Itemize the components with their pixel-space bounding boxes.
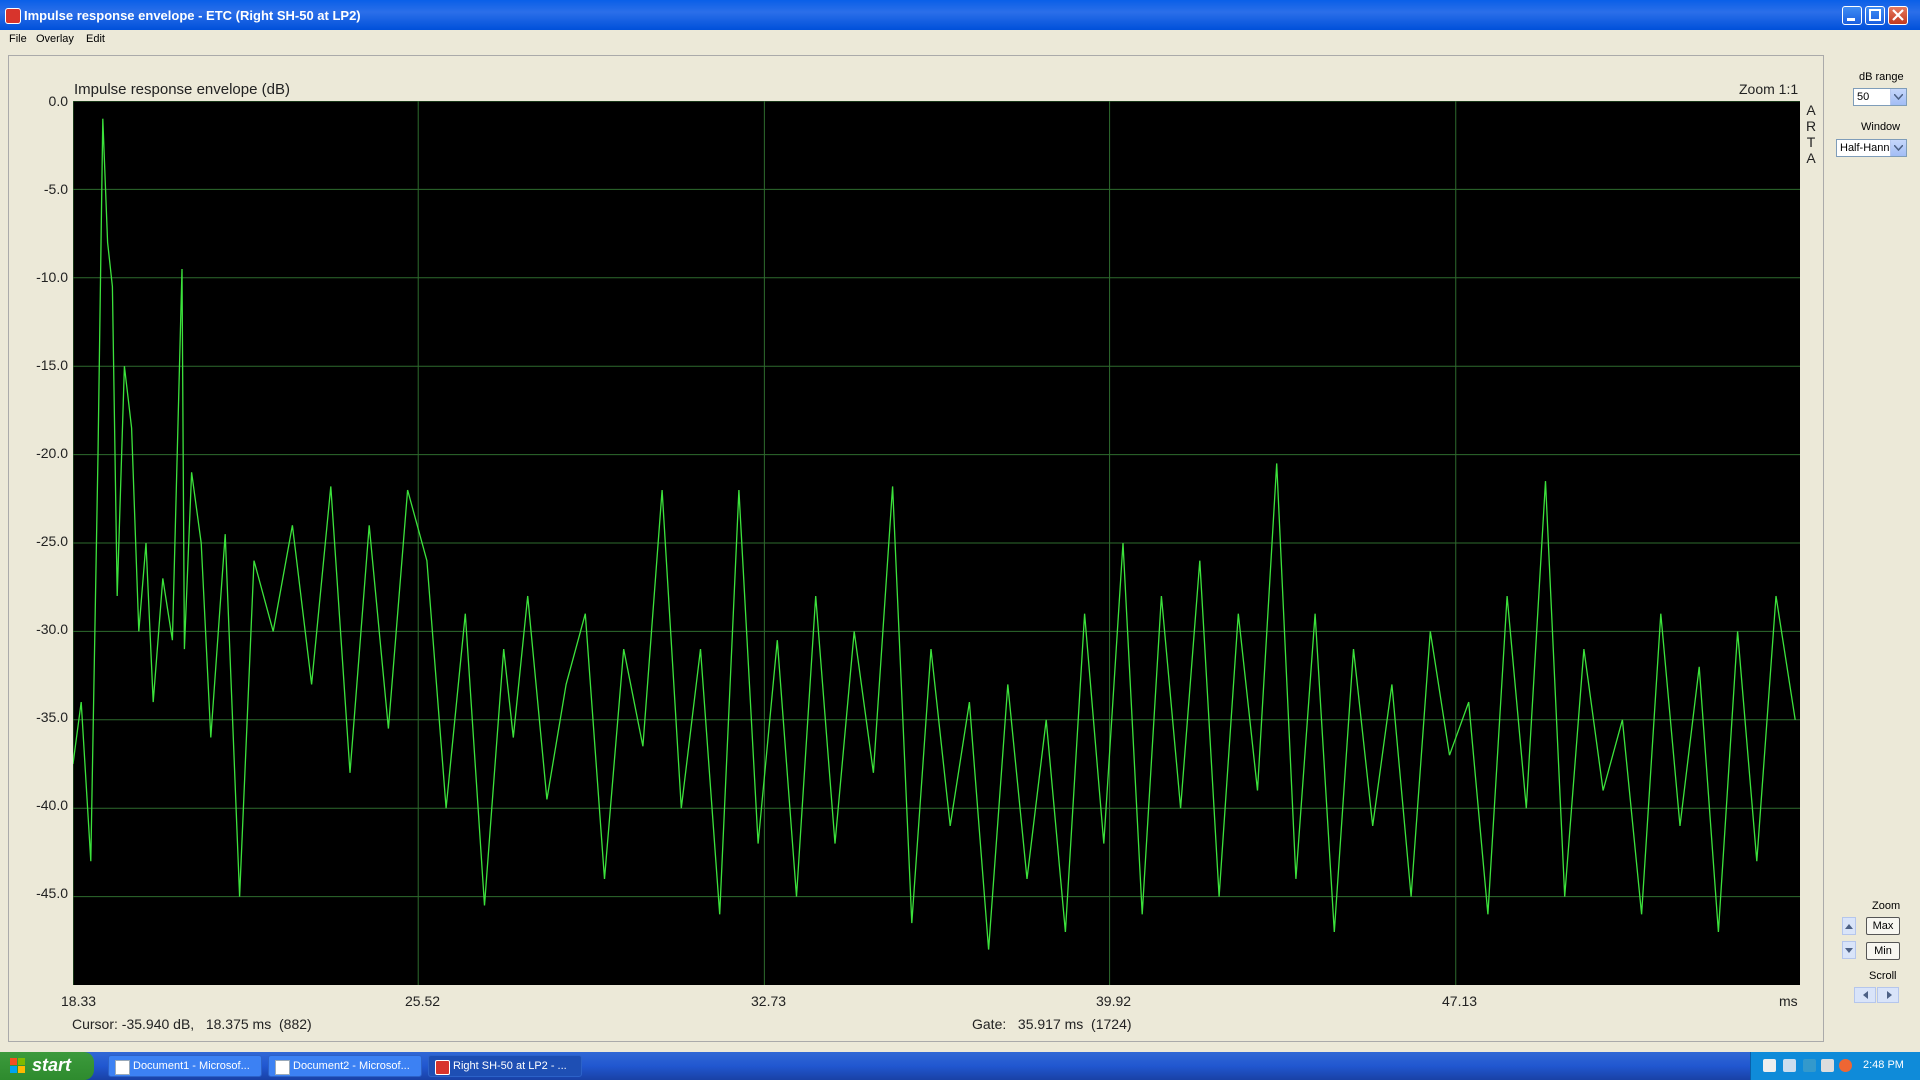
y-tick-label: -10.0 <box>36 269 68 285</box>
menu-overlay[interactable]: Overlay <box>36 33 74 45</box>
network-icon[interactable] <box>1783 1059 1796 1072</box>
minimize-button[interactable] <box>1842 6 1862 25</box>
help-icon[interactable] <box>1763 1059 1776 1072</box>
scroll-label: Scroll <box>1869 970 1897 982</box>
y-tick-label: 0.0 <box>48 93 68 109</box>
plot-title: Impulse response envelope (dB) <box>74 81 290 98</box>
window-select[interactable]: Half-Hann <box>1836 139 1907 157</box>
close-button[interactable] <box>1888 6 1908 25</box>
arta-app-icon <box>435 1060 450 1075</box>
update-icon[interactable] <box>1839 1059 1852 1072</box>
volume-icon[interactable] <box>1821 1059 1834 1072</box>
security-icon[interactable] <box>1803 1059 1816 1072</box>
scroll-right-arrow-icon[interactable] <box>1877 987 1899 1003</box>
y-tick-label: -30.0 <box>36 621 68 637</box>
y-tick-label: -40.0 <box>36 797 68 813</box>
chevron-down-icon[interactable] <box>1890 89 1906 105</box>
y-tick-label: -45.0 <box>36 885 68 901</box>
taskbar-item-arta[interactable]: Right SH-50 at LP2 - ... <box>428 1055 582 1077</box>
arta-app-icon <box>5 8 21 24</box>
db-range-label: dB range <box>1859 71 1904 83</box>
word-document-icon <box>275 1060 290 1075</box>
start-button[interactable]: start <box>0 1052 94 1080</box>
taskbar-item-label: Right SH-50 at LP2 - ... <box>453 1060 567 1072</box>
window-title: Impulse response envelope - ETC (Right S… <box>24 8 361 23</box>
windows-logo-icon <box>10 1058 25 1073</box>
title-bar[interactable]: Impulse response envelope - ETC (Right S… <box>0 0 1920 30</box>
x-tick-label: 39.92 <box>1096 993 1132 1009</box>
y-tick-label: -35.0 <box>36 709 68 725</box>
arta-side-label: ARTA <box>1804 102 1818 166</box>
menu-file[interactable]: File <box>9 33 27 45</box>
zoom-max-button[interactable]: Max <box>1866 917 1900 935</box>
scroll-left-arrow-icon[interactable] <box>1854 987 1876 1003</box>
arta-letter-char: T <box>1806 134 1816 150</box>
y-tick-label: -20.0 <box>36 445 68 461</box>
menu-edit[interactable]: Edit <box>86 33 105 45</box>
arta-letter: ARTA <box>1804 102 1818 166</box>
y-tick-label: -25.0 <box>36 533 68 549</box>
maximize-button[interactable] <box>1865 6 1885 25</box>
etc-trace-line <box>73 118 1796 950</box>
cursor-readout: Cursor: -35.940 dB, 18.375 ms (882) <box>72 1016 312 1032</box>
etc-chart <box>73 101 1800 985</box>
zoom-down-arrow-icon[interactable] <box>1842 941 1856 959</box>
arta-letter-char: R <box>1805 118 1817 134</box>
taskbar: start Document1 - Microsof... Document2 … <box>0 1052 1920 1080</box>
db-range-value: 50 <box>1857 91 1870 103</box>
zoom-ratio-label: Zoom 1:1 <box>1739 81 1799 97</box>
taskbar-item-label: Document2 - Microsof... <box>293 1060 410 1072</box>
x-tick-label: 32.73 <box>751 993 787 1009</box>
taskbar-item-label: Document1 - Microsof... <box>133 1060 250 1072</box>
word-document-icon <box>115 1060 130 1075</box>
x-tick-label: 18.33 <box>61 993 97 1009</box>
arta-letter-char: A <box>1806 150 1816 166</box>
db-range-select[interactable]: 50 <box>1853 88 1907 106</box>
zoom-up-arrow-icon[interactable] <box>1842 917 1856 935</box>
arta-letter-char: A <box>1806 102 1816 118</box>
etc-plot-area[interactable] <box>73 101 1800 985</box>
zoom-min-button[interactable]: Min <box>1866 942 1900 960</box>
taskbar-item-document1[interactable]: Document1 - Microsof... <box>108 1055 262 1077</box>
x-tick-label: 47.13 <box>1442 993 1478 1009</box>
chevron-down-icon[interactable] <box>1890 140 1906 156</box>
y-tick-label: -5.0 <box>43 181 68 197</box>
clock: 2:48 PM <box>1863 1059 1904 1071</box>
start-label: start <box>32 1055 72 1075</box>
y-tick-label: -15.0 <box>36 357 68 373</box>
window-label: Window <box>1861 121 1901 133</box>
taskbar-item-document2[interactable]: Document2 - Microsof... <box>268 1055 422 1077</box>
window-value: Half-Hann <box>1840 142 1890 154</box>
x-axis-unit: ms <box>1779 993 1798 1009</box>
gate-readout: Gate: 35.917 ms (1724) <box>972 1016 1132 1032</box>
x-tick-label: 25.52 <box>405 993 441 1009</box>
zoom-label: Zoom <box>1872 900 1901 912</box>
system-tray: 2:48 PM <box>1750 1052 1920 1080</box>
menu-bar: File Overlay Edit <box>0 30 1920 48</box>
